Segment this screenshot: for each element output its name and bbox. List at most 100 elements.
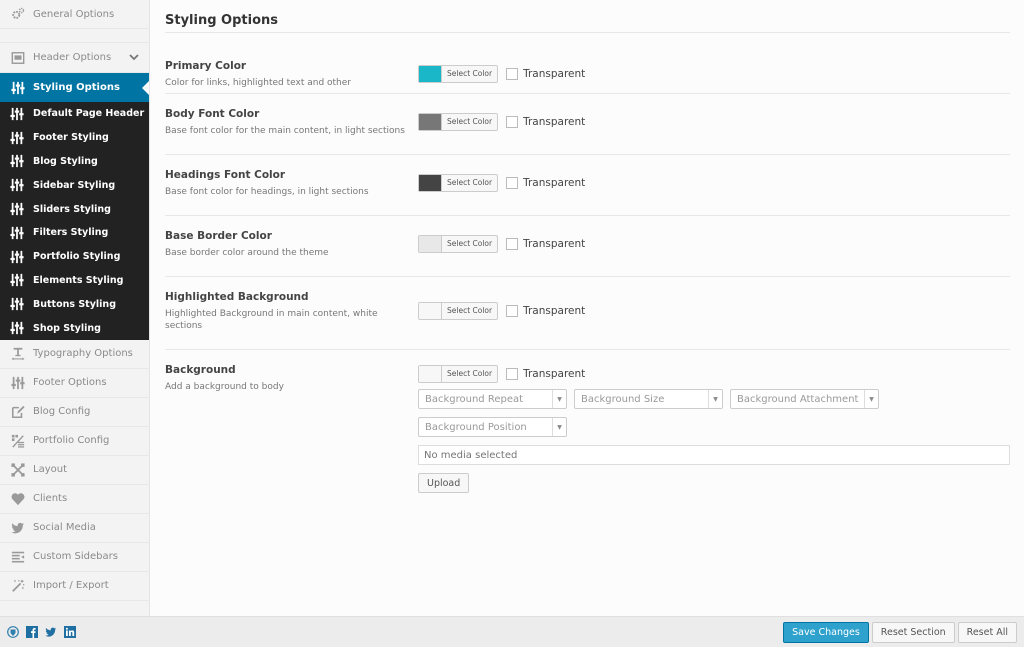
sidebar-item-label: General Options — [33, 8, 115, 20]
field-description: Base border color around the theme — [165, 248, 329, 258]
submenu-item[interactable]: Sidebar Styling — [0, 173, 149, 197]
redux-icon[interactable] — [7, 626, 19, 638]
submenu-item[interactable]: Default Page Header — [0, 102, 149, 126]
field-row-body-font-color: Body Font Color Base font color for the m… — [165, 94, 1010, 155]
sidebar-item-footer-options[interactable]: Footer Options — [0, 369, 149, 398]
sidebar-item-typography-options[interactable]: Typography Options — [0, 340, 149, 369]
linkedin-icon[interactable] — [64, 626, 76, 638]
sliders-icon — [10, 297, 26, 311]
submenu-label: Sliders Styling — [33, 203, 111, 215]
submenu-label: Blog Styling — [33, 155, 98, 167]
typography-icon — [10, 346, 26, 362]
sidebar-item-custom-sidebars[interactable]: Custom Sidebars — [0, 543, 149, 572]
transparent-label: Transparent — [523, 238, 586, 250]
color-picker-button[interactable]: Select Color — [418, 235, 499, 253]
field-row-background: Background Add a background to body Selec… — [165, 350, 1010, 493]
field-row-highlighted-background: Highlighted Background Highlighted Backgr… — [165, 277, 1010, 350]
portfolio-icon — [10, 433, 26, 449]
submenu-item[interactable]: Filters Styling — [0, 221, 149, 245]
sidebar-item-header-options[interactable]: Header Options — [0, 43, 149, 73]
sidebar-item-label: Typography Options — [33, 348, 133, 360]
sliders-icon — [10, 226, 26, 240]
sidebar-item-label: Styling Options — [33, 82, 120, 93]
sliders-icon — [10, 80, 26, 96]
submenu-item[interactable]: Footer Styling — [0, 126, 149, 150]
twitter-icon[interactable] — [45, 626, 57, 638]
sidebar-item-general-options[interactable]: General Options — [0, 0, 149, 29]
submenu-item[interactable]: Sliders Styling — [0, 197, 149, 221]
upload-button[interactable]: Upload — [418, 473, 470, 493]
media-url-input[interactable] — [418, 445, 1010, 465]
field-title: Primary Color — [165, 60, 247, 72]
transparent-checkbox[interactable] — [506, 368, 519, 380]
submenu-item[interactable]: Portfolio Styling — [0, 245, 149, 269]
sidebar-item-clients[interactable]: Clients — [0, 485, 149, 514]
field-description: Highlighted Background in main content, … — [165, 309, 378, 331]
field-row-primary-color: Primary Color Color for links, highlighte… — [165, 33, 1010, 94]
expand-icon — [10, 462, 26, 478]
sidebar-item-label: Custom Sidebars — [33, 551, 118, 563]
sidebar-item-blog-config[interactable]: Blog Config — [0, 398, 149, 427]
dropdown-arrow-icon: ▼ — [864, 390, 878, 408]
color-swatch — [419, 303, 442, 319]
color-swatch — [419, 175, 442, 191]
color-picker-button[interactable]: Select Color — [418, 174, 499, 192]
transparent-checkbox[interactable] — [506, 177, 519, 189]
sliders-icon — [10, 178, 26, 192]
submenu-label: Default Page Header — [33, 108, 145, 120]
background-position-select[interactable]: Background Position ▼ — [418, 417, 567, 437]
color-picker-button[interactable]: Select Color — [418, 113, 499, 131]
sidebar-item-label: Clients — [33, 493, 68, 505]
sidebar-divider — [0, 29, 149, 43]
sliders-icon — [10, 375, 26, 391]
sliders-icon — [10, 250, 26, 264]
color-swatch — [419, 66, 442, 82]
field-description: Color for links, highlighted text and ot… — [165, 78, 351, 88]
sidebar-item-layout[interactable]: Layout — [0, 456, 149, 485]
transparent-checkbox[interactable] — [506, 238, 519, 250]
transparent-checkbox[interactable] — [506, 68, 519, 80]
sliders-icon — [10, 154, 26, 168]
color-picker-button[interactable]: Select Color — [418, 365, 499, 383]
submenu-item[interactable]: Blog Styling — [0, 150, 149, 174]
color-swatch — [419, 366, 442, 382]
transparent-label: Transparent — [523, 368, 586, 380]
color-picker-button[interactable]: Select Color — [418, 302, 499, 320]
sidebar-item-social-media[interactable]: Social Media — [0, 514, 149, 543]
submenu-label: Elements Styling — [33, 274, 124, 286]
field-title: Base Border Color — [165, 230, 272, 242]
transparent-label: Transparent — [523, 68, 586, 80]
heart-icon — [10, 491, 26, 507]
facebook-icon[interactable] — [26, 626, 38, 638]
submenu-item[interactable]: Buttons Styling — [0, 292, 149, 316]
submenu-item[interactable]: Shop Styling — [0, 316, 149, 340]
reset-all-button[interactable]: Reset All — [957, 622, 1017, 643]
submenu-label: Shop Styling — [33, 322, 101, 334]
edit-icon — [10, 404, 26, 420]
main-panel: Styling Options Primary Color Color for l… — [150, 0, 1024, 616]
field-description: Add a background to body — [165, 382, 284, 392]
background-attachment-select[interactable]: Background Attachment ▼ — [730, 389, 879, 409]
background-repeat-select[interactable]: Background Repeat ▼ — [418, 389, 567, 409]
field-description: Base font color for headings, in light s… — [165, 187, 369, 197]
sidebar-item-styling-options[interactable]: Styling Options — [0, 73, 149, 102]
transparent-label: Transparent — [523, 116, 586, 128]
submenu-item[interactable]: Elements Styling — [0, 269, 149, 293]
reset-section-button[interactable]: Reset Section — [871, 622, 955, 643]
save-changes-button[interactable]: Save Changes — [783, 622, 869, 643]
background-size-select[interactable]: Background Size ▼ — [574, 389, 723, 409]
sidebar-item-portfolio-config[interactable]: Portfolio Config — [0, 427, 149, 456]
color-swatch — [419, 114, 442, 130]
sliders-icon — [10, 107, 26, 121]
sidebar-item-import-export[interactable]: Import / Export — [0, 572, 149, 601]
transparent-checkbox[interactable] — [506, 305, 519, 317]
sidebars-icon — [10, 549, 26, 565]
color-swatch — [419, 236, 442, 252]
transparent-checkbox[interactable] — [506, 116, 519, 128]
sidebar: General Options Header Options Styling O… — [0, 0, 150, 616]
field-title: Background — [165, 364, 236, 376]
styling-submenu: Default Page Header Footer Styling Blog … — [0, 102, 149, 340]
color-picker-button[interactable]: Select Color — [418, 65, 499, 83]
chevron-down-icon[interactable] — [128, 51, 140, 63]
select-placeholder: Background Attachment — [737, 393, 859, 405]
